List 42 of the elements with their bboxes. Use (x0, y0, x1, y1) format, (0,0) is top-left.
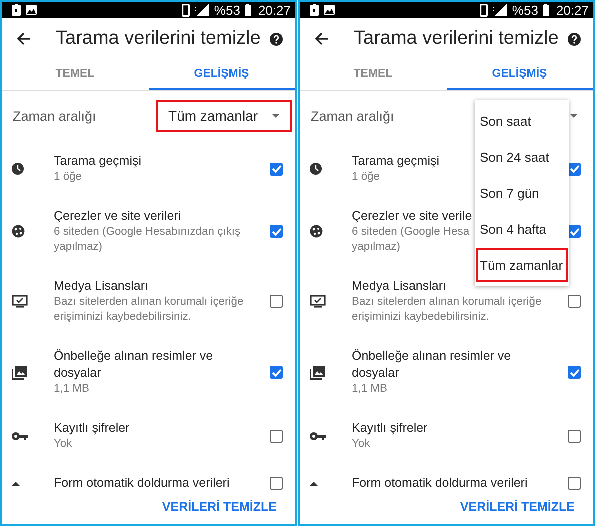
page-title: Tarama verilerini temizle (56, 28, 262, 50)
item-title: Medya Lisansları (54, 278, 148, 295)
item-subtitle: 1 öğe (352, 170, 380, 185)
item-subtitle: 1,1 MB (54, 382, 90, 397)
clock-time: 20:27 (556, 2, 589, 18)
item-title: Form otomatik doldurma verileri (352, 475, 528, 490)
item-subtitle: 6 siteden (Google Hesa yapılmaz) (352, 225, 470, 255)
menu-option[interactable]: Son 24 saat (476, 140, 568, 174)
time-range-dropdown[interactable]: Tüm zamanlar (156, 100, 292, 132)
item-subtitle: Bazı sitelerden alınan korumalı içeriğe erişiminizi kaybedebilirsiniz. (54, 295, 245, 325)
tab[interactable]: GELİŞMİŞ (148, 60, 295, 90)
time-range-label: Zaman aralığı (311, 108, 394, 124)
item-title: Çerezler ve site verileri (54, 208, 182, 225)
battery-percent: %53 (214, 2, 240, 18)
item-title: Kayıtlı şifreler (54, 420, 130, 437)
menu-option[interactable]: Son saat (476, 104, 568, 138)
item-subtitle: Yok (352, 437, 370, 452)
item-title: Tarama geçmişi (352, 153, 440, 170)
clear-data-button[interactable]: VERİLERİ TEMİZLE (460, 498, 575, 516)
item-subtitle: 6 siteden (Google Hesabınızdan çıkış yapılmaz) (54, 225, 242, 255)
item-subtitle: Bazı sitelerden alınan korumalı içeriğe erişiminizi kaybedebilirsiniz. (352, 295, 543, 325)
item-title: Çerezler ve site verile (352, 208, 472, 225)
page-title: Tarama verilerini temizle (354, 28, 560, 50)
item-title: Form otomatik doldurma verileri (54, 475, 230, 490)
battery-percent: %53 (512, 2, 538, 18)
item-subtitle: Yok (54, 437, 72, 452)
tab[interactable]: TEMEL (300, 60, 446, 90)
item-title: Önbelleğe alınan resimler ve dosyalar (54, 348, 214, 382)
item-title: Kayıtlı şifreler (352, 420, 428, 437)
menu-option[interactable]: Tüm zamanlar (476, 248, 568, 282)
clear-data-button[interactable]: VERİLERİ TEMİZLE (162, 498, 277, 516)
item-subtitle: 1 öğe (54, 170, 82, 185)
menu-option[interactable]: Son 4 hafta (476, 212, 568, 246)
clock-time: 20:27 (258, 2, 291, 18)
menu-option[interactable]: Son 7 gün (476, 176, 568, 210)
tab[interactable]: TEMEL (2, 60, 148, 90)
item-title: Önbelleğe alınan resimler ve dosyalar (352, 348, 512, 382)
item-title: Medya Lisansları (352, 278, 446, 295)
item-subtitle: 1,1 MB (352, 382, 388, 397)
item-title: Tarama geçmişi (54, 153, 142, 170)
time-range-label: Zaman aralığı (13, 108, 96, 124)
tab[interactable]: GELİŞMİŞ (446, 60, 593, 90)
